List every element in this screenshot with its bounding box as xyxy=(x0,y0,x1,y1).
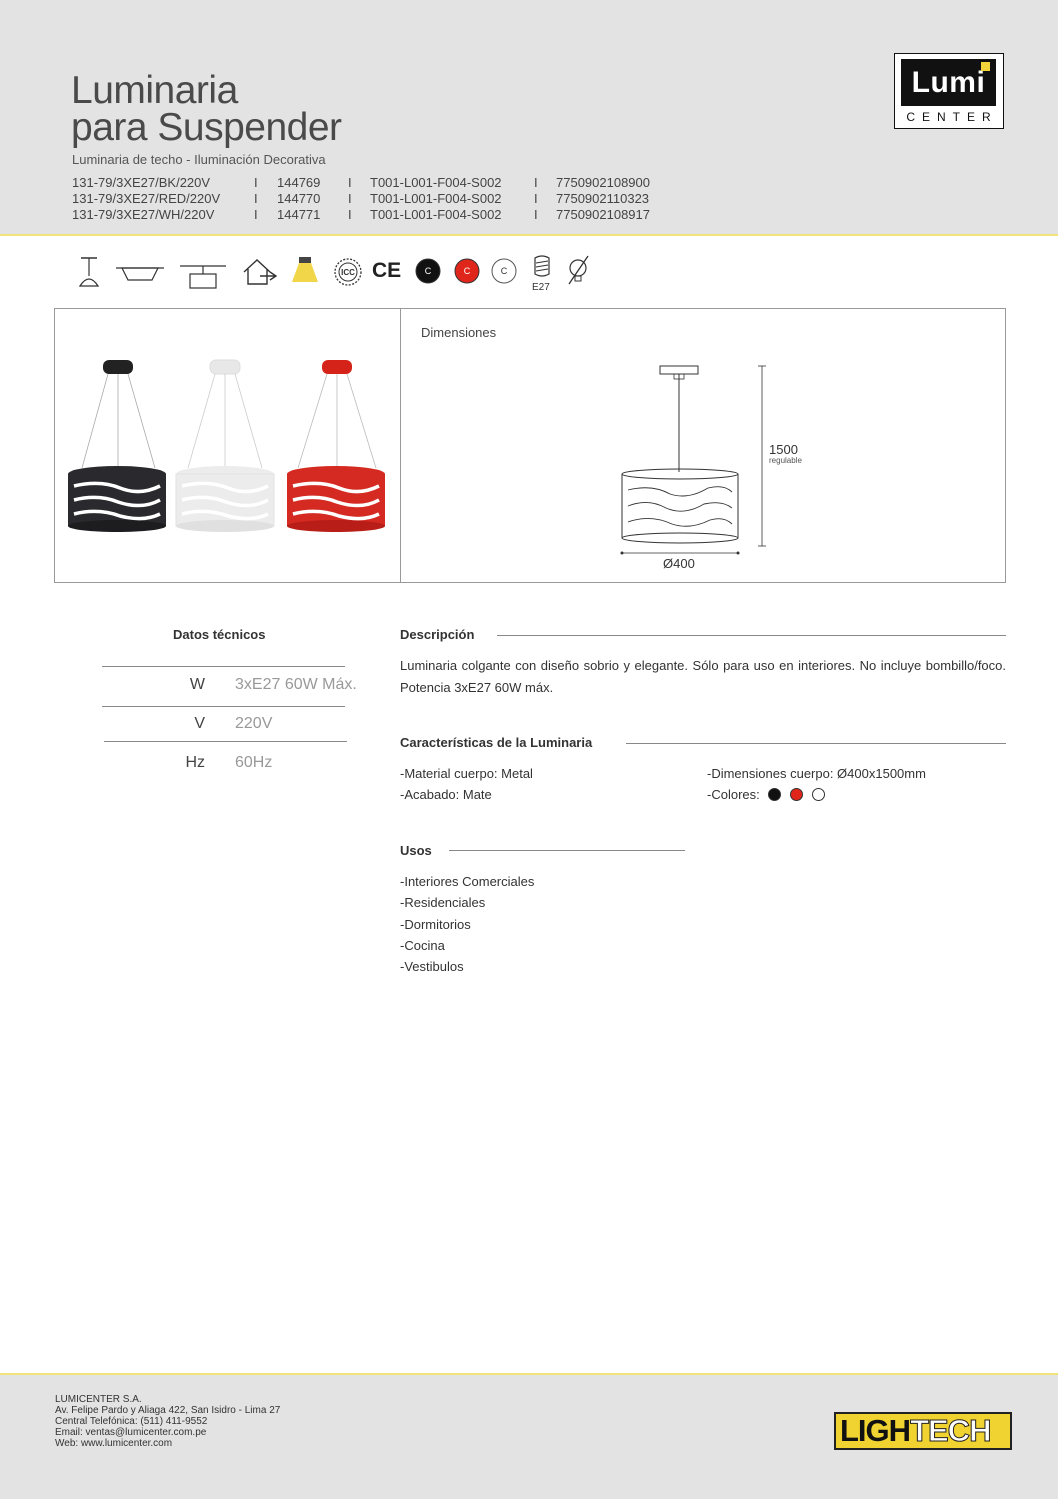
lamp-white xyxy=(175,359,275,532)
pendant-lamp-icon xyxy=(78,257,100,287)
company-contact: LUMICENTER S.A. Av. Felipe Pardo y Aliag… xyxy=(55,1394,280,1449)
dimensions-label: Dimensiones xyxy=(421,325,497,340)
color-letter: C xyxy=(501,266,508,276)
logo-subtext: CENTER xyxy=(906,110,998,124)
svg-text:ICC: ICC xyxy=(341,268,355,277)
use-item: -Vestibulos xyxy=(400,959,464,974)
separator: I xyxy=(348,191,352,206)
swatch-white xyxy=(811,788,825,801)
ceiling-mount-icon xyxy=(116,267,164,281)
colors-label: -Colores: xyxy=(707,787,760,802)
uses-title: Usos xyxy=(400,843,432,858)
ean-code: 7750902108917 xyxy=(556,207,650,222)
lamp-black xyxy=(68,360,166,532)
separator: I xyxy=(254,175,258,190)
tech-key: Hz xyxy=(185,754,205,771)
use-item: -Residenciales xyxy=(400,895,486,910)
brand-part-1: LIGH xyxy=(840,1413,911,1448)
tech-key: V xyxy=(194,715,205,732)
divider xyxy=(449,850,685,851)
separator: I xyxy=(254,207,258,222)
description-text: Luminaria colgante con diseño sobrio y e… xyxy=(400,658,1006,695)
color-letter: C xyxy=(464,266,471,276)
divider xyxy=(104,741,347,742)
product-photo-three-colors xyxy=(68,359,385,532)
swatch-black xyxy=(768,788,782,801)
item-code: 144770 xyxy=(277,191,321,206)
page-title: Luminaria para Suspender xyxy=(71,69,342,149)
separator: I xyxy=(254,191,258,206)
description-title: Descripción xyxy=(400,627,475,642)
divider xyxy=(102,666,345,667)
surface-box-icon xyxy=(180,265,226,289)
tech-value: 60Hz xyxy=(235,754,273,771)
dimensions-drawing xyxy=(620,365,766,555)
brand-part-2: TECH xyxy=(910,1413,992,1448)
tech-data-title: Datos técnicos xyxy=(173,627,266,642)
indoor-house-icon xyxy=(243,259,278,285)
title-line-2: para Suspender xyxy=(71,106,342,149)
feature-material: -Material cuerpo: Metal xyxy=(400,766,533,781)
reference-code: T001-L001-F004-S002 xyxy=(370,207,502,222)
swatch-red xyxy=(790,788,803,801)
separator: I xyxy=(348,175,352,190)
feature-dimensions: -Dimensiones cuerpo: Ø400x1500mm xyxy=(707,766,926,781)
tech-value: 3xE27 60W Máx. xyxy=(235,676,357,693)
lumicenter-logo: Lumi CENTER xyxy=(894,53,1004,129)
use-item: -Cocina xyxy=(400,938,445,953)
diameter-dimension: Ø400 xyxy=(663,556,695,571)
reference-code: T001-L001-F004-S002 xyxy=(370,175,502,190)
company-email: Email: ventas@lumicenter.com.pe xyxy=(55,1427,207,1438)
logo-dot xyxy=(981,62,990,71)
reference-code: T001-L001-F004-S002 xyxy=(370,191,502,206)
model-code: 131-79/3XE27/WH/220V xyxy=(72,207,215,222)
icc-seal-icon: ICC xyxy=(334,258,362,286)
features-title: Características de la Luminaria xyxy=(400,735,593,750)
separator: I xyxy=(534,175,538,190)
panel-divider xyxy=(400,308,401,583)
company-name: LUMICENTER S.A. xyxy=(55,1394,142,1405)
color-red-icon: C xyxy=(454,258,480,284)
ean-code: 7750902110323 xyxy=(556,191,650,206)
page-subtitle: Luminaria de techo - Iluminación Decorat… xyxy=(72,152,326,167)
color-white-icon: C xyxy=(491,258,517,284)
tech-key: W xyxy=(189,676,205,693)
model-code: 131-79/3XE27/BK/220V xyxy=(72,175,211,190)
use-item: -Interiores Comerciales xyxy=(400,874,535,889)
ean-code: 7750902108900 xyxy=(556,175,650,190)
divider xyxy=(497,635,1006,636)
separator: I xyxy=(348,207,352,222)
company-web: Web: www.lumicenter.com xyxy=(55,1438,173,1449)
use-item: -Dormitorios xyxy=(400,917,471,932)
company-phone: Central Telefónica: (511) 411-9552 xyxy=(55,1416,208,1427)
light-beam-icon xyxy=(292,257,318,282)
feature-colors: -Colores: xyxy=(707,787,825,802)
no-dimmer-icon xyxy=(568,255,589,285)
item-code: 144769 xyxy=(277,175,321,190)
feature-icons-row: ICC CE C C C E27 xyxy=(70,252,630,296)
feature-finish: -Acabado: Mate xyxy=(400,787,492,802)
height-dimension: 1500 xyxy=(769,442,798,457)
separator: I xyxy=(534,191,538,206)
color-letter: C xyxy=(425,266,432,276)
item-code: 144771 xyxy=(277,207,321,222)
tech-value: 220V xyxy=(235,715,273,732)
ce-mark-icon: CE xyxy=(372,259,402,282)
color-black-icon: C xyxy=(415,258,441,284)
separator: I xyxy=(534,207,538,222)
divider xyxy=(102,706,345,707)
divider xyxy=(626,743,1006,744)
lamp-red xyxy=(287,360,385,532)
model-code: 131-79/3XE27/RED/220V xyxy=(72,191,221,206)
company-address: Av. Felipe Pardo y Aliaga 422, San Isidr… xyxy=(55,1405,281,1416)
title-line-1: Luminaria xyxy=(71,69,238,112)
lightech-logo: LIGHTECH xyxy=(834,1412,1012,1450)
height-note: regulable xyxy=(769,456,802,465)
